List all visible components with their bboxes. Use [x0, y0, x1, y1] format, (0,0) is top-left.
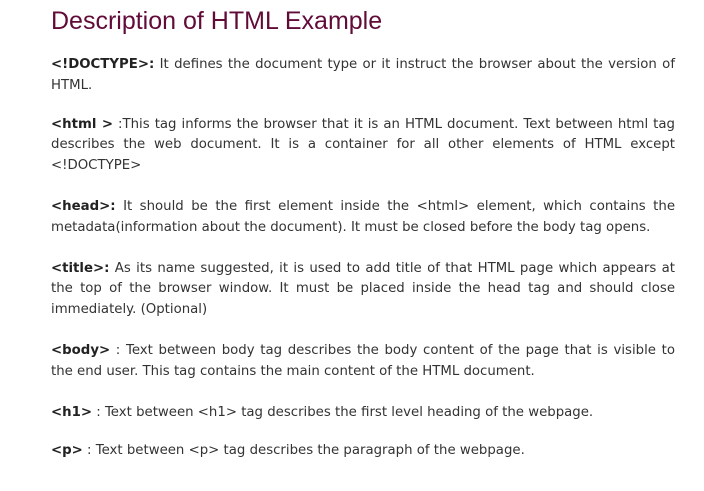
- tag-name: <!DOCTYPE>:: [51, 57, 155, 72]
- tag-description: : Text between <h1> tag describes the fi…: [92, 404, 594, 420]
- body-description: <body> : Text between body tag describes…: [51, 341, 675, 383]
- tag-description: : Text between body tag describes the bo…: [51, 342, 675, 379]
- title-description: <title>: As its name suggested, it is us…: [51, 259, 675, 321]
- tag-name: <html >: [51, 116, 113, 132]
- tag-name: <title>:: [51, 260, 110, 276]
- p-description: <p> : Text between <p> tag describes the…: [51, 441, 675, 462]
- html-description: <html > :This tag informs the browser th…: [51, 115, 675, 177]
- tag-name: <p>: [51, 443, 83, 459]
- head-description: <head>: It should be the first element i…: [51, 197, 675, 239]
- tag-name: <head>:: [51, 198, 116, 214]
- h1-description: <h1> : Text between <h1> tag describes t…: [51, 403, 675, 424]
- tag-name: <body>: [51, 342, 111, 358]
- content-area: Description of HTML Example <!DOCTYPE>: …: [51, 0, 675, 462]
- tag-description: As its name suggested, it is used to add…: [51, 260, 675, 318]
- doctype-description: <!DOCTYPE>: It defines the document type…: [51, 55, 675, 97]
- tag-description: It should be the first element inside th…: [51, 198, 675, 235]
- tag-description: :This tag informs the browser that it is…: [51, 116, 675, 174]
- page-title: Description of HTML Example: [51, 7, 383, 35]
- tag-name: <h1>: [51, 404, 93, 420]
- tag-description: : Text between <p> tag describes the par…: [82, 443, 525, 459]
